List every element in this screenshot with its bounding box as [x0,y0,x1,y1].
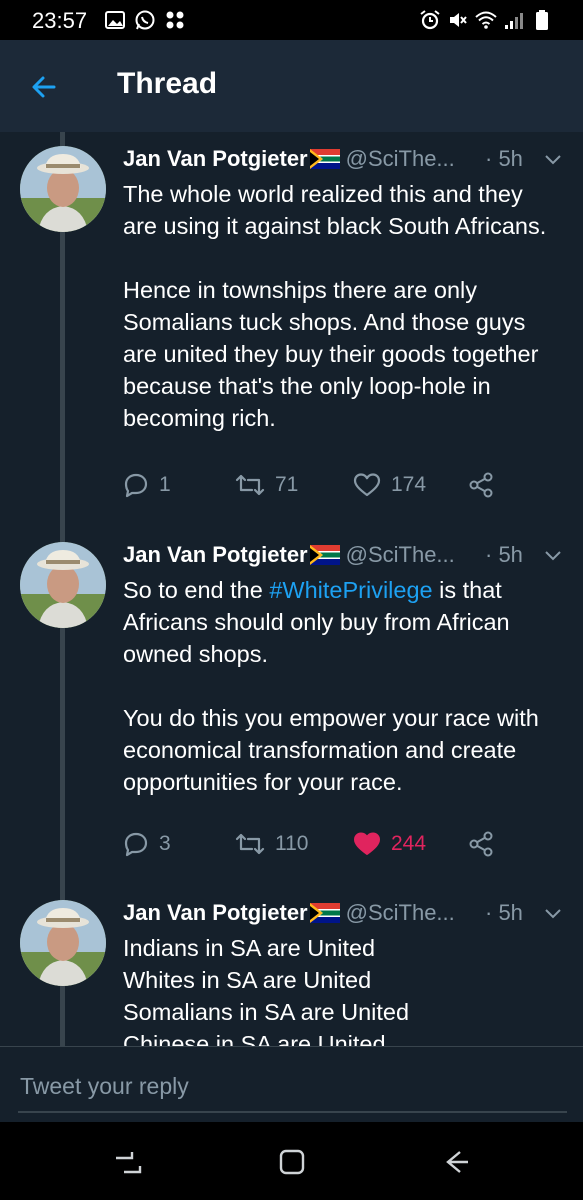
retweet-icon [235,474,265,496]
retweet-button[interactable]: 71 [235,468,298,502]
tweet-text: Indians in SA are United Whites in SA ar… [123,935,410,1046]
status-left-icons [104,9,186,31]
whatsapp-icon [135,10,155,30]
tweet-text-end: is that Africans should only buy from Af… [123,577,539,795]
author-name[interactable]: Jan Van Potgieter [123,900,308,925]
page-title: Thread [117,67,218,100]
tweet[interactable]: Jan Van Potgieter @SciThe... · 5h The who… [0,132,583,528]
status-bar: 23:57 [0,0,583,40]
battery-icon [536,10,548,30]
tweet-time[interactable]: · 5h [485,146,523,172]
tweet-header: Jan Van Potgieter @SciThe... · 5h [123,146,568,178]
alarm-icon [420,10,440,30]
tweet-actions: 3 110 244 [123,827,563,861]
share-button[interactable] [467,468,495,502]
heart-filled-icon [354,832,380,855]
share-button[interactable] [467,827,495,861]
back-icon[interactable] [436,1142,476,1182]
south-africa-flag-icon [309,545,340,565]
heart-outline-icon [353,473,381,497]
apps-icon [166,11,184,29]
chevron-down-icon[interactable] [544,908,562,920]
author-name[interactable]: Jan Van Potgieter [123,146,308,171]
like-count: 244 [391,832,427,855]
retweet-icon [235,833,265,855]
avatar[interactable] [20,146,106,232]
tweet-text: So to end the #WhitePrivilege is that Af… [123,574,563,798]
author-handle[interactable]: @SciThe... [346,900,455,925]
system-nav-bar [0,1122,583,1200]
tweet-text: The whole world realized this and they a… [123,181,547,431]
like-button[interactable]: 174 [353,468,426,502]
signal-icon [505,13,523,29]
recent-apps-icon[interactable] [108,1142,148,1182]
tweet-actions: 1 71 174 [123,468,563,502]
tweet-text-start: So to end the [123,577,270,603]
author-handle[interactable]: @SciThe... [346,542,455,567]
reply-count: 3 [159,832,171,855]
author-handle[interactable]: @SciThe... [346,146,455,171]
retweet-button[interactable]: 110 [235,827,308,861]
tweet[interactable]: Jan Van Potgieter @SciThe... · 5h Indians… [0,886,583,1046]
reply-button[interactable]: 3 [123,827,171,861]
like-count: 174 [391,473,427,496]
reply-input[interactable] [18,1061,567,1113]
home-icon[interactable] [272,1142,312,1182]
reply-icon [124,473,148,498]
avatar[interactable] [20,542,106,628]
reply-icon [124,832,148,857]
like-button[interactable]: 244 [353,827,426,861]
hashtag-link[interactable]: #WhitePrivilege [269,577,432,603]
reply-button[interactable]: 1 [123,468,171,502]
tweet-time[interactable]: · 5h [485,900,523,926]
tweet[interactable]: Jan Van Potgieter @SciThe... · 5h So to e… [0,528,583,886]
author-name[interactable]: Jan Van Potgieter [123,542,308,567]
arrow-left-icon[interactable] [24,66,66,108]
app-bar: Thread [0,40,583,132]
avatar[interactable] [20,900,106,986]
share-icon [469,472,493,498]
mute-icon [450,13,467,27]
share-icon [469,831,493,857]
retweet-count: 110 [275,832,309,855]
reply-composer [0,1046,583,1123]
image-icon [105,11,125,29]
status-time: 23:57 [32,8,88,33]
reply-count: 1 [159,473,171,496]
chevron-down-icon[interactable] [544,550,562,562]
status-right-icons [419,9,553,31]
wifi-icon [475,11,497,29]
south-africa-flag-icon [309,149,340,169]
retweet-count: 71 [275,473,299,496]
tweet-time[interactable]: · 5h [485,542,523,568]
south-africa-flag-icon [309,903,340,923]
tweet-header: Jan Van Potgieter @SciThe... · 5h [123,900,568,932]
thread-timeline[interactable]: Jan Van Potgieter @SciThe... · 5h The who… [0,132,583,1046]
tweet-header: Jan Van Potgieter @SciThe... · 5h [123,542,568,574]
chevron-down-icon[interactable] [544,154,562,166]
